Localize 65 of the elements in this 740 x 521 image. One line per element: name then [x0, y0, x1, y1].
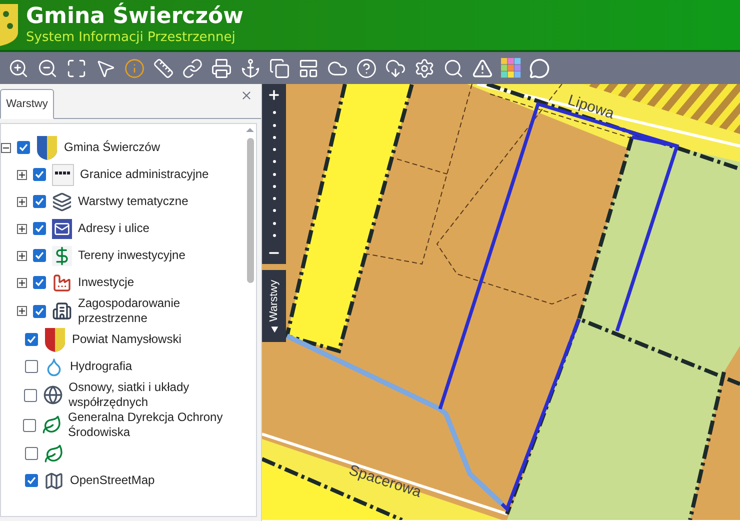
layers-icon	[52, 192, 72, 212]
layer-label[interactable]: Tereny inwestycyjne	[78, 248, 186, 263]
layer-checkbox[interactable]	[33, 168, 46, 181]
layers-side-tab[interactable]: Warstwy	[262, 270, 286, 342]
link-icon[interactable]	[182, 58, 203, 78]
layer-checkbox[interactable]	[33, 304, 46, 318]
expand-toggle[interactable]	[17, 224, 27, 234]
layer-label[interactable]: Gmina Świerczów	[64, 140, 160, 155]
layer-checkbox[interactable]	[33, 195, 46, 208]
ruler-icon[interactable]	[153, 58, 174, 78]
layer-label[interactable]: Powiat Namysłowski	[72, 332, 182, 347]
globe-icon	[42, 385, 63, 405]
full-extent-icon[interactable]	[66, 58, 87, 78]
help-icon[interactable]	[356, 58, 377, 78]
layer-label[interactable]: Adresy i ulice	[78, 221, 150, 236]
layer-label[interactable]: Inwestycje	[78, 275, 134, 290]
coat-of-arms-icon	[44, 326, 66, 352]
layer-checkbox[interactable]	[23, 418, 36, 432]
dollar-icon	[52, 246, 72, 266]
layer-checkbox[interactable]	[33, 222, 46, 235]
color-grid-icon[interactable]	[501, 58, 521, 78]
zoom-in-icon[interactable]	[267, 88, 281, 102]
search-icon[interactable]	[443, 58, 464, 78]
layer-label[interactable]: Warstwy tematyczne	[78, 194, 188, 209]
close-icon[interactable]	[240, 89, 253, 102]
expand-toggle[interactable]	[17, 250, 27, 260]
layer-label[interactable]: Hydrografia	[70, 359, 132, 374]
layer-checkbox[interactable]	[25, 474, 38, 487]
anchor-icon[interactable]	[240, 58, 261, 78]
street-label: Lipowa	[566, 92, 616, 122]
layer-checkbox[interactable]	[33, 249, 46, 262]
layer-checkbox[interactable]	[17, 141, 30, 154]
map-icon	[44, 470, 64, 490]
chat-icon[interactable]	[529, 58, 550, 78]
settings-icon[interactable]	[414, 58, 435, 78]
coat-of-arms-icon	[0, 2, 18, 48]
layer-label[interactable]: Granice administracyjne	[80, 167, 209, 182]
expand-toggle[interactable]	[17, 196, 27, 206]
expand-toggle[interactable]	[17, 278, 27, 288]
layer-label[interactable]: OpenStreetMap	[70, 473, 155, 488]
mail-icon	[52, 218, 72, 238]
warning-icon[interactable]	[472, 58, 493, 78]
collapse-toggle[interactable]	[1, 142, 11, 152]
leaf-icon	[42, 415, 62, 435]
overlap-icon[interactable]	[269, 58, 290, 78]
layer-label[interactable]: Osnowy, siatki i układy współrzędnych	[68, 380, 244, 410]
layer-checkbox[interactable]	[24, 388, 37, 402]
coat-of-arms-icon	[36, 134, 58, 160]
layer-label[interactable]: Zagospodarowanie przestrzenne	[78, 296, 244, 326]
leaf-icon	[44, 444, 64, 464]
panel-tab[interactable]: Warstwy	[0, 89, 54, 119]
factory-icon	[52, 272, 72, 292]
site-subtitle: System Informacji Przestrzennej	[26, 31, 236, 44]
triangle-icon	[270, 325, 278, 332]
print-icon[interactable]	[211, 58, 232, 78]
expand-toggle[interactable]	[17, 306, 27, 316]
layer-checkbox[interactable]	[25, 447, 38, 460]
expand-toggle[interactable]	[17, 170, 27, 180]
cloud-download-icon[interactable]	[385, 58, 406, 78]
layout-icon[interactable]	[298, 58, 319, 78]
layer-label[interactable]: Generalna Dyrekcja Ochrony Środowiska	[68, 410, 244, 440]
layer-checkbox[interactable]	[25, 360, 38, 373]
layer-checkbox[interactable]	[25, 333, 38, 346]
building-icon	[52, 301, 72, 321]
layer-checkbox[interactable]	[33, 276, 46, 289]
